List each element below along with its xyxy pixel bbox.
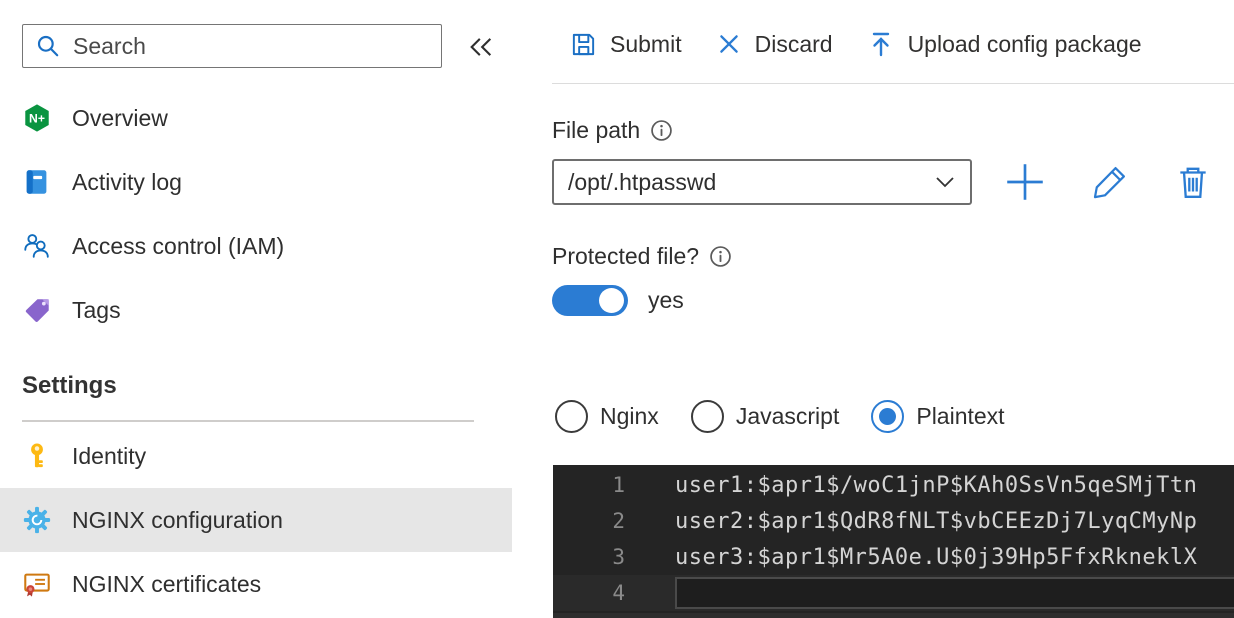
sidebar-item-access-control[interactable]: Access control (IAM) (0, 214, 512, 278)
edit-file-button[interactable] (1089, 161, 1131, 203)
protected-file-label: Protected file? (552, 243, 700, 269)
sidebar-item-overview[interactable]: N+ Overview (0, 86, 512, 150)
chevron-down-icon (934, 174, 956, 190)
collapse-sidebar-button[interactable] (464, 30, 498, 64)
radio-plaintext[interactable]: Plaintext (871, 400, 1005, 433)
upload-config-package-button[interactable]: Upload config package (867, 30, 1142, 58)
file-path-dropdown[interactable]: /opt/.htpasswd (552, 159, 972, 205)
access-control-icon (22, 231, 52, 261)
sidebar-item-label: Tags (72, 296, 121, 323)
upload-icon (867, 30, 895, 58)
editor-line: 3 user3:$apr1$Mr5A0e.U$0j39Hp5FfxRkneklX (553, 539, 1234, 575)
delete-file-button[interactable] (1172, 161, 1214, 203)
sidebar-item-identity[interactable]: Identity (0, 424, 512, 488)
close-icon (716, 31, 742, 57)
editor-line-current[interactable]: 4 (553, 575, 1234, 611)
editor-line: 1 user1:$apr1$/woC1jnP$KAh0SsVn5qeSMjTtn (553, 467, 1234, 503)
file-path-field-label: File path (552, 117, 673, 144)
upload-label: Upload config package (907, 30, 1142, 57)
info-icon[interactable] (709, 245, 732, 268)
chevron-double-left-icon (467, 35, 495, 59)
line-content: user1:$apr1$/woC1jnP$KAh0SsVn5qeSMjTtn (675, 472, 1198, 498)
sidebar-item-label: Overview (72, 104, 168, 131)
radio-label: Javascript (735, 403, 840, 429)
activity-log-icon (22, 167, 52, 197)
toggle-state-label: yes (648, 287, 684, 313)
toolbar-divider (552, 83, 1234, 84)
sidebar-item-activity-log[interactable]: Activity log (0, 150, 512, 214)
line-number: 1 (612, 473, 625, 497)
radio-circle-icon (555, 400, 588, 433)
line-number: 4 (612, 581, 625, 605)
trash-icon (1174, 163, 1212, 201)
sidebar-item-label: NGINX configuration (72, 506, 283, 533)
radio-javascript[interactable]: Javascript (690, 400, 840, 433)
radio-circle-icon (690, 400, 724, 433)
plus-icon (1005, 162, 1045, 202)
sidebar-item-label: Access control (IAM) (72, 232, 285, 259)
config-file-editor[interactable]: 1 user1:$apr1$/woC1jnP$KAh0SsVn5qeSMjTtn… (553, 465, 1234, 618)
search-input[interactable] (73, 32, 429, 60)
submit-button[interactable]: Submit (570, 31, 682, 58)
radio-circle-icon (871, 400, 905, 433)
radio-nginx[interactable]: Nginx (555, 400, 659, 433)
tag-icon (22, 295, 52, 325)
sidebar-search-box[interactable] (22, 24, 442, 68)
file-path-value: /opt/.htpasswd (568, 168, 717, 195)
sidebar-item-nginx-certificates[interactable]: NGINX certificates (0, 552, 512, 616)
nginx-configuration-page: N+ Overview Activity log Access control … (0, 0, 1234, 618)
line-number: 3 (612, 545, 625, 569)
line-content: user2:$apr1$QdR8fNLT$vbCEEzDj7LyqCMyNp (675, 508, 1198, 534)
sidebar-item-label: Identity (72, 442, 147, 469)
line-content: user3:$apr1$Mr5A0e.U$0j39Hp5FfxRkneklX (675, 544, 1198, 570)
gear-icon (22, 505, 52, 535)
discard-label: Discard (754, 30, 833, 57)
sidebar-item-label: Activity log (72, 168, 182, 195)
info-icon[interactable] (650, 119, 673, 142)
protected-file-toggle[interactable] (552, 285, 628, 316)
submit-label: Submit (610, 30, 682, 57)
sidebar-item-tags[interactable]: Tags (0, 278, 512, 342)
save-icon (570, 31, 597, 58)
add-file-button[interactable] (1004, 161, 1046, 203)
svg-text:N+: N+ (29, 112, 45, 126)
pencil-icon (1090, 162, 1130, 202)
editor-scrollbar-track[interactable] (553, 611, 1234, 618)
resource-menu-sidebar: N+ Overview Activity log Access control … (0, 0, 512, 618)
file-path-label: File path (552, 117, 641, 143)
certificate-icon (22, 569, 52, 599)
command-bar: Submit Discard Upload config package (570, 20, 1142, 68)
toggle-knob (599, 288, 624, 313)
format-radio-group: Nginx Javascript Plaintext (555, 398, 1005, 435)
configuration-pane: Submit Discard Upload config package Fil… (552, 0, 1234, 618)
radio-label: Nginx (600, 403, 659, 429)
nginx-logo-icon: N+ (22, 103, 52, 133)
settings-section-heading: Settings (22, 372, 117, 399)
editor-line: 2 user2:$apr1$QdR8fNLT$vbCEEzDj7LyqCMyNp (553, 503, 1234, 539)
settings-divider (22, 420, 474, 422)
line-number: 2 (612, 509, 625, 533)
sidebar-item-label: NGINX certificates (72, 570, 262, 597)
editor-cursor-box[interactable] (675, 577, 1234, 609)
protected-file-field-label: Protected file? (552, 243, 732, 270)
search-icon (35, 33, 61, 59)
key-icon (22, 441, 52, 471)
radio-label: Plaintext (916, 403, 1005, 429)
sidebar-item-nginx-configuration[interactable]: NGINX configuration (0, 488, 512, 552)
discard-button[interactable]: Discard (716, 31, 833, 58)
